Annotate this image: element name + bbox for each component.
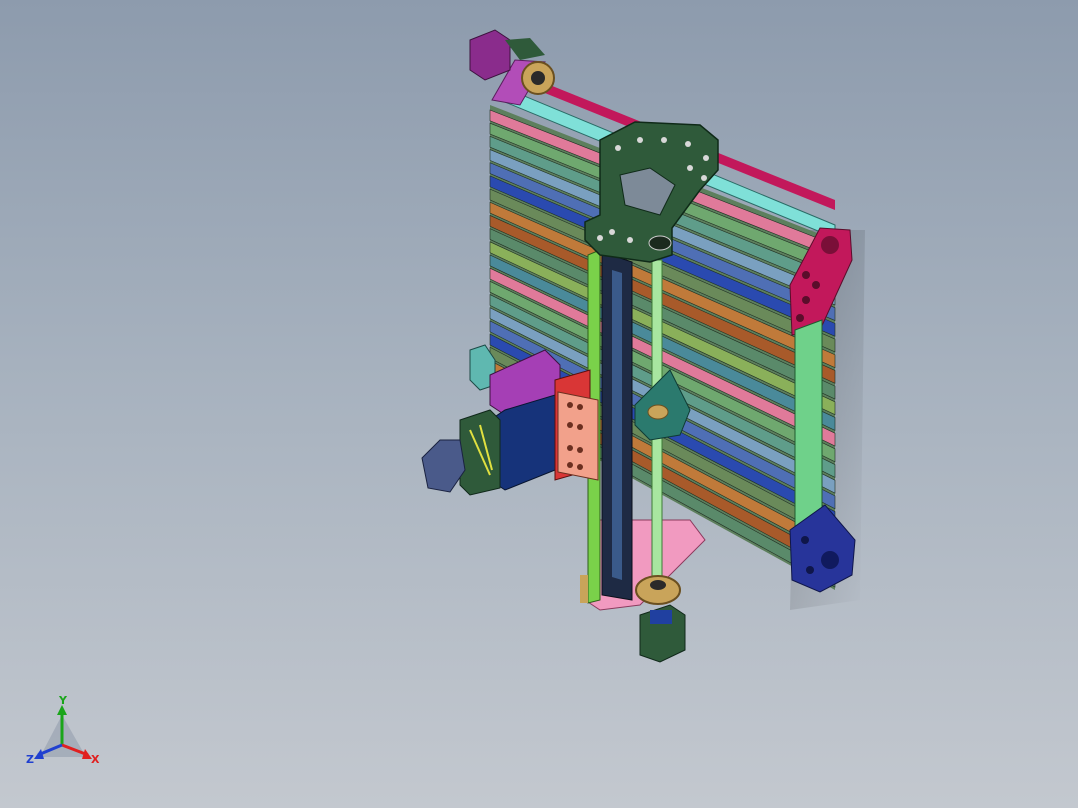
- hole: [577, 464, 583, 470]
- hole: [687, 165, 693, 171]
- carriage-plate-bore: [648, 235, 672, 251]
- hole: [801, 536, 809, 544]
- z-column-slot: [612, 270, 622, 580]
- side-plate-top-bore: [821, 236, 839, 254]
- motor-top-body: [469, 29, 511, 81]
- hole: [577, 404, 583, 410]
- hole: [703, 155, 709, 161]
- side-plate-bottom-bore: [821, 551, 839, 569]
- right-vertical-rail: [794, 319, 823, 531]
- hole: [701, 175, 707, 181]
- hole: [615, 145, 621, 151]
- hole: [627, 237, 633, 243]
- bearing-bore: [650, 580, 666, 590]
- hole: [637, 137, 643, 143]
- orientation-triad[interactable]: Y X Z: [22, 695, 112, 775]
- hole: [577, 424, 583, 430]
- cad-model-scene[interactable]: [0, 0, 1078, 808]
- z-bottom-bearing[interactable]: [635, 575, 681, 605]
- z-shaft-stub: [580, 575, 588, 603]
- hole: [577, 447, 583, 453]
- nut-bearing: [647, 404, 669, 420]
- hole: [567, 445, 573, 451]
- hole: [567, 422, 573, 428]
- hole: [685, 141, 691, 147]
- z-axis-head: [34, 749, 44, 759]
- y-stepper-motor: [421, 439, 466, 493]
- motor-bottom-coupler: [650, 610, 672, 624]
- x-axis-label: X: [91, 753, 100, 766]
- graphics-viewport[interactable]: Y X Z: [0, 0, 1078, 808]
- hole: [802, 271, 810, 279]
- hole: [609, 229, 615, 235]
- hole: [567, 402, 573, 408]
- bearing-bore: [531, 71, 545, 85]
- z-axis-label: Z: [26, 753, 34, 766]
- y-axis-label: Y: [58, 695, 68, 707]
- hole: [796, 314, 804, 322]
- bottom-stepper-motor[interactable]: [639, 604, 686, 663]
- hole: [567, 462, 573, 468]
- hole: [597, 235, 603, 241]
- motor-top-coupler: [505, 38, 545, 60]
- hole: [806, 566, 814, 574]
- hole: [812, 281, 820, 289]
- hole: [802, 296, 810, 304]
- hole: [661, 137, 667, 143]
